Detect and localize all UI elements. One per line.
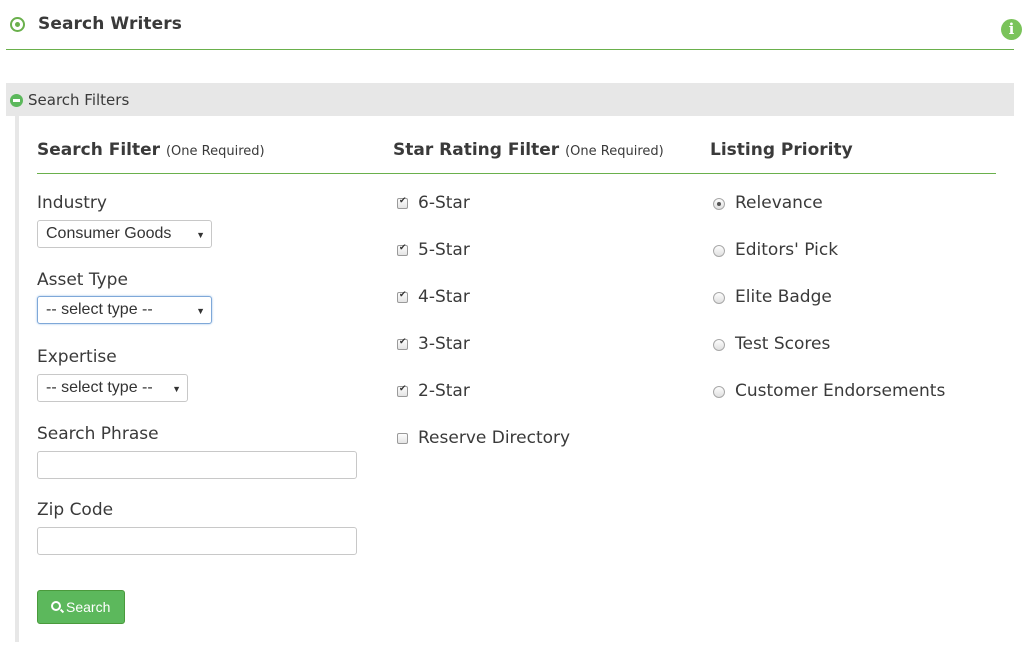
checkbox[interactable] [397, 243, 408, 256]
search-filters-label: Search Filters [28, 91, 130, 109]
page-header: Search Writers i [6, 0, 1022, 50]
search-filters-panel: Search Filter (One Required) Star Rating… [15, 116, 1014, 642]
asset-type-select-value: -- select type -- [46, 301, 153, 318]
checkbox[interactable] [397, 384, 408, 397]
star-option-label: 5-Star [418, 240, 470, 260]
info-icon[interactable]: i [1001, 19, 1022, 40]
priority-option-label: Relevance [735, 193, 823, 213]
search-filters-toggle[interactable]: Search Filters [6, 83, 1014, 116]
heading-divider [37, 173, 996, 174]
search-filter-heading: Search Filter (One Required) [37, 140, 265, 160]
radio-button[interactable] [713, 292, 725, 304]
radio-button[interactable] [713, 198, 725, 210]
chevron-down-icon: ▼ [172, 384, 181, 394]
expertise-select[interactable]: -- select type -- ▼ [37, 374, 188, 402]
checkbox[interactable] [397, 196, 408, 209]
target-circle-icon [10, 17, 25, 32]
chevron-down-icon: ▼ [196, 230, 205, 240]
star-option-label: 2-Star [418, 381, 470, 401]
chevron-down-icon: ▼ [196, 306, 205, 316]
asset-type-label: Asset Type [37, 270, 128, 290]
zip-code-input[interactable] [37, 527, 357, 555]
star-option-label: Reserve Directory [418, 428, 571, 448]
search-icon [51, 601, 61, 611]
checkbox[interactable] [397, 433, 408, 444]
star-option-label: 6-Star [418, 193, 470, 213]
asset-type-select[interactable]: -- select type -- ▼ [37, 296, 212, 324]
industry-select-value: Consumer Goods [46, 225, 172, 242]
star-rating-title: Star Rating Filter [393, 140, 560, 160]
listing-priority-heading: Listing Priority [710, 140, 853, 160]
search-filter-title: Search Filter [37, 140, 161, 160]
star-option-label: 4-Star [418, 287, 470, 307]
star-rating-heading: Star Rating Filter (One Required) [393, 140, 664, 160]
industry-select[interactable]: Consumer Goods ▼ [37, 220, 212, 248]
radio-button[interactable] [713, 245, 725, 257]
search-filter-note: (One Required) [165, 144, 265, 159]
industry-label: Industry [37, 193, 107, 213]
priority-option-label: Test Scores [735, 334, 831, 354]
priority-option-label: Editors' Pick [735, 240, 839, 260]
page-title: Search Writers [38, 14, 182, 34]
listing-priority-title: Listing Priority [710, 140, 853, 160]
expertise-select-value: -- select type -- [46, 379, 153, 396]
radio-button[interactable] [713, 386, 725, 398]
search-button[interactable]: Search [37, 590, 125, 624]
search-phrase-label: Search Phrase [37, 424, 159, 444]
collapse-minus-icon[interactable] [10, 94, 23, 107]
priority-option-label: Customer Endorsements [735, 381, 946, 401]
radio-button[interactable] [713, 339, 725, 351]
zip-code-label: Zip Code [37, 500, 114, 520]
checkbox[interactable] [397, 290, 408, 303]
checkbox[interactable] [397, 337, 408, 350]
priority-option-label: Elite Badge [735, 287, 832, 307]
star-rating-note: (One Required) [565, 144, 664, 159]
expertise-label: Expertise [37, 347, 117, 367]
search-button-label: Search [66, 599, 111, 615]
star-option-label: 3-Star [418, 334, 470, 354]
search-phrase-input[interactable] [37, 451, 357, 479]
